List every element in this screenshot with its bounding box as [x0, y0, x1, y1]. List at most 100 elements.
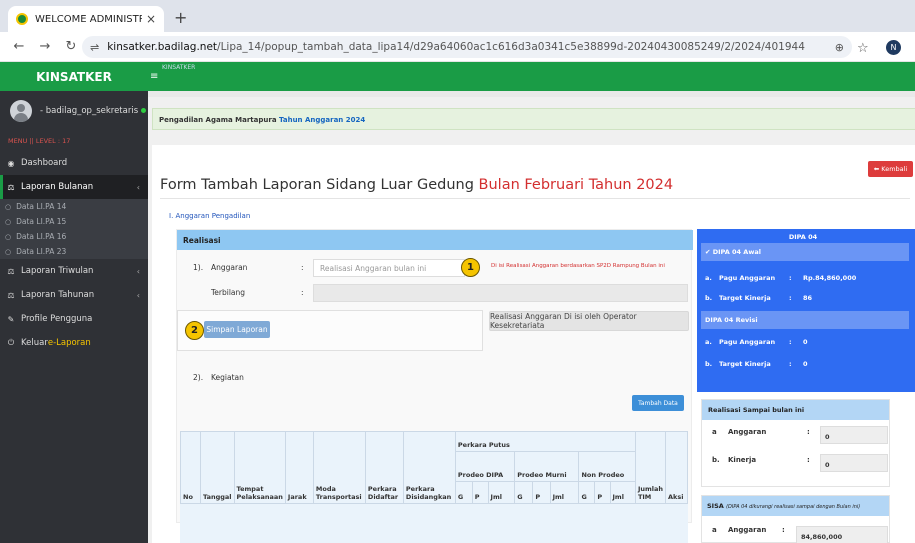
- circle-icon: ○: [5, 202, 12, 211]
- tambah-data-button[interactable]: Tambah Data: [632, 395, 684, 411]
- sidebar-subitem-lipa15[interactable]: ○ Data LI.PA 15: [0, 214, 148, 229]
- court-info-alert: Pengadilan Agama Martapura Tahun Anggara…: [152, 108, 915, 130]
- sidebar-subitem-lipa16[interactable]: ○ Data LI.PA 16: [0, 229, 148, 244]
- anggaran-label: Anggaran: [211, 263, 248, 272]
- realisasi-sampai-kinerja-key: b.: [712, 456, 720, 464]
- col-jarak: Jarak: [284, 431, 314, 504]
- dashboard-icon: ◉: [7, 158, 15, 168]
- sidebar-subitem-lipa14[interactable]: ○ Data LI.PA 14: [0, 199, 148, 214]
- chevron-left-icon: ‹: [136, 290, 140, 300]
- sidebar-item-laporan-bulanan[interactable]: ⚖ Laporan Bulanan ‹: [0, 175, 148, 199]
- sidebar-item-profile[interactable]: ✎ Profile Pengguna: [0, 307, 148, 331]
- kegiatan-table: No Tanggal Tempat Pelaksanaan Jarak Moda…: [180, 431, 688, 543]
- anggaran-hint: Di isi Realisasi Anggaran berdasarkan SP…: [491, 263, 665, 269]
- balance-scale-icon: ⚖: [7, 290, 15, 300]
- realisasi-sampai-kinerja-label: Kinerja: [728, 456, 757, 464]
- realisasi-sampai-anggaran-label: Anggaran: [728, 428, 767, 436]
- col-g: G: [514, 481, 534, 504]
- sisa-anggaran-label: Anggaran: [728, 526, 767, 534]
- avatar: [10, 100, 32, 122]
- step-badge-1: 1: [461, 258, 480, 277]
- profile-avatar[interactable]: N: [886, 40, 901, 55]
- brand-logo[interactable]: KINSATKER: [0, 62, 148, 91]
- dipa-revisi-target: b. Target Kinerja : 0: [705, 360, 808, 368]
- user-panel: - badilag_op_sekretaris: [0, 95, 148, 127]
- browser-tabbar: WELCOME ADMINISTRATOR × +: [0, 0, 915, 32]
- tab-title: WELCOME ADMINISTRATOR: [35, 13, 142, 25]
- table-header-row: No Tanggal Tempat Pelaksanaan Jarak Moda…: [180, 431, 688, 504]
- site-favicon-icon: [16, 13, 28, 25]
- realisasi-sampai-panel: Realisasi Sampai bulan ini a Anggaran : …: [701, 399, 890, 487]
- realisasi-sampai-colon: :: [807, 428, 810, 436]
- sidebar: KINSATKER - badilag_op_sekretaris MENU |…: [0, 62, 148, 543]
- col-g: G: [454, 481, 473, 504]
- col-p: P: [594, 481, 611, 504]
- zoom-icon[interactable]: ⊕: [835, 41, 844, 54]
- menu-level: MENU || LEVEL : 17: [8, 137, 71, 145]
- circle-icon: ○: [5, 217, 12, 226]
- circle-icon: ○: [5, 232, 12, 241]
- col-non-prodeo: Non Prodeo: [578, 451, 636, 482]
- col-jml: Jml: [487, 481, 516, 504]
- col-disidangkan: Perkara Disidangkan: [402, 431, 456, 504]
- submenu-laporan-bulanan: ○ Data LI.PA 14 ○ Data LI.PA 15 ○ Data LI.P…: [0, 199, 148, 259]
- col-jumlah-tim: Jumlah TIM: [634, 431, 667, 504]
- username: - badilag_op_sekretaris: [40, 106, 147, 116]
- arrow-left-icon: ⬅: [873, 165, 882, 173]
- sidebar-item-keluar[interactable]: ⏻ Keluar e-Laporan: [0, 331, 148, 355]
- step-badge-2: 2: [185, 321, 204, 340]
- reload-icon[interactable]: ↻: [64, 39, 78, 54]
- col-p: P: [532, 481, 551, 504]
- col-no: No: [180, 431, 201, 504]
- hamburger-menu-icon[interactable]: ≡: [150, 71, 158, 82]
- site-settings-icon[interactable]: ⇌: [90, 41, 99, 54]
- col-perkara-putus: Perkara Putus: [454, 431, 636, 452]
- sisa-colon: :: [782, 526, 785, 534]
- url-text: kinsatker.badilag.net/Lipa_14/popup_tamb…: [107, 41, 829, 53]
- col-jml: Jml: [609, 481, 636, 504]
- check-icon: ✔: [705, 248, 713, 256]
- circle-icon: ○: [5, 247, 12, 256]
- sidebar-item-laporan-tahunan[interactable]: ⚖ Laporan Tahunan ‹: [0, 283, 148, 307]
- dipa-awal-target: b. Target Kinerja : 86: [705, 294, 813, 302]
- terbilang-label: Terbilang: [211, 288, 246, 297]
- edit-icon: ✎: [7, 314, 15, 324]
- realisasi-sampai-title: Realisasi Sampai bulan ini: [702, 400, 889, 420]
- navbar-brand-small: KINSATKER: [162, 64, 196, 71]
- top-navbar: ≡ KINSATKER: [148, 62, 915, 91]
- address-bar[interactable]: ⇌ kinsatker.badilag.net/Lipa_14/popup_ta…: [82, 36, 852, 58]
- back-button[interactable]: ⬅ Kembali: [868, 161, 913, 177]
- col-tempat: Tempat Pelaksanaan: [233, 431, 286, 504]
- section-anggaran-link[interactable]: I. Anggaran Pengadilan: [169, 212, 250, 220]
- realisasi-sampai-colon: :: [807, 456, 810, 464]
- back-arrow-icon[interactable]: ←: [12, 39, 26, 54]
- sidebar-item-laporan-triwulan[interactable]: ⚖ Laporan Triwulan ‹: [0, 259, 148, 283]
- forward-arrow-icon[interactable]: →: [38, 39, 52, 54]
- bookmark-star-icon[interactable]: ☆: [857, 41, 869, 56]
- online-status-icon: [141, 108, 147, 113]
- sidebar-subitem-lipa23[interactable]: ○ Data LI.PA 23: [0, 244, 148, 259]
- col-g: G: [578, 481, 596, 504]
- sidebar-item-dashboard[interactable]: ◉ Dashboard: [0, 151, 148, 175]
- anggaran-colon: :: [301, 263, 304, 272]
- form-content: ⬅ Kembali Form Tambah Laporan Sidang Lua…: [152, 145, 915, 543]
- close-tab-icon[interactable]: ×: [146, 12, 156, 26]
- sisa-anggaran-value: 84,860,000: [796, 526, 888, 543]
- col-prodeo-murni: Prodeo Murni: [514, 451, 580, 482]
- realisasi-sampai-kinerja-value: 0: [820, 454, 888, 472]
- dipa-panel: DIPA 04 ✔ DIPA 04 Awal a. Pagu Anggaran …: [697, 229, 915, 392]
- url-path: /Lipa_14/popup_tambah_data_lipa14/d29a64…: [217, 41, 805, 53]
- balance-scale-icon: ⚖: [7, 182, 15, 192]
- realisasi-sampai-anggaran-key: a: [712, 428, 717, 436]
- anggaran-input[interactable]: [313, 259, 465, 277]
- dipa-awal-pagu: a. Pagu Anggaran : Rp.84,860,000: [705, 274, 857, 282]
- new-tab-icon[interactable]: +: [174, 8, 187, 27]
- dipa-title: DIPA 04: [788, 233, 818, 241]
- browser-tab[interactable]: WELCOME ADMINISTRATOR ×: [8, 6, 164, 32]
- operator-info-button[interactable]: Realisasi Anggaran Di isi oleh Operator …: [489, 311, 689, 331]
- dipa-revisi-pagu: a. Pagu Anggaran : 0: [705, 338, 808, 346]
- title-divider: [160, 198, 910, 199]
- col-prodeo-dipa: Prodeo DIPA: [454, 451, 516, 482]
- col-p: P: [471, 481, 489, 504]
- simpan-laporan-button[interactable]: Simpan Laporan: [204, 321, 270, 338]
